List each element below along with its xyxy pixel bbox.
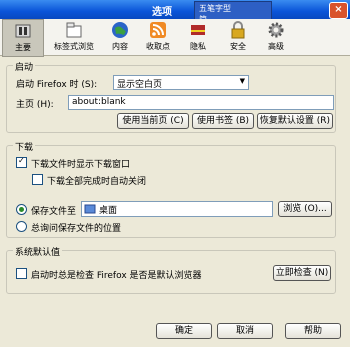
ime-mode-label: 五笔字型 (199, 4, 231, 13)
ok-button[interactable]: 确定 (156, 323, 212, 339)
close-button[interactable]: × (329, 2, 348, 19)
save-to-label: 保存文件至 (31, 207, 77, 217)
check-now-button[interactable]: 立即检查 (N) (273, 265, 331, 281)
always-ask-label: 总询问保存文件的位置 (31, 224, 122, 234)
home-page-value: about:blank (72, 97, 126, 107)
downloads-legend: 下载 (13, 140, 36, 153)
tab-tabbed-browsing[interactable]: 标签式浏览 (48, 19, 100, 55)
check-default-browser-label: 启动时总是检查 Firefox 是否是默认浏览器 (31, 271, 202, 281)
lock-icon (231, 21, 245, 39)
system-defaults-group: 系统默认值 启动时总是检查 Firefox 是否是默认浏览器 立即检查 (N) (6, 245, 336, 294)
show-download-window-label: 下载文件时显示下载窗口 (31, 160, 131, 170)
browse-button[interactable]: 浏览 (O)... (278, 201, 332, 217)
download-folder-value: 桌面 (99, 206, 118, 216)
main-switch-icon (15, 24, 31, 38)
downloads-group: 下载 ✓ 下载文件时显示下载窗口 下载全部完成时自动关闭 保存文件至 桌面 浏览… (6, 140, 336, 238)
restore-default-button[interactable]: 恢复默认设置 (R) (257, 113, 333, 129)
cancel-button[interactable]: 取消 (217, 323, 273, 339)
tab-main[interactable]: 主要 (2, 19, 44, 57)
chevron-down-icon: ▼ (239, 77, 245, 85)
tabs-icon (66, 22, 82, 38)
gear-icon (268, 22, 284, 38)
save-to-radio[interactable] (16, 204, 27, 215)
tab-content[interactable]: 内容 (104, 19, 136, 55)
always-ask-radio[interactable] (16, 221, 27, 232)
window-title: 选项 (152, 7, 172, 18)
startup-select-value: 显示空白页 (117, 80, 163, 90)
tab-advanced[interactable]: 高级 (260, 19, 292, 55)
check-mark-icon: ✓ (18, 156, 25, 165)
desktop-folder-icon (84, 204, 96, 214)
tab-privacy[interactable]: 隐私 (182, 19, 214, 55)
startup-when-label: 启动 Firefox 时 (S): (16, 80, 98, 90)
startup-group: 启动 启动 Firefox 时 (S): 显示空白页 ▼ 主页 (H): abo… (6, 60, 336, 133)
title-bar: 选项 × (0, 0, 350, 19)
help-button[interactable]: 帮助 (285, 323, 341, 339)
download-folder-field[interactable]: 桌面 (81, 201, 273, 217)
globe-icon (112, 22, 128, 38)
check-default-browser-checkbox[interactable] (16, 268, 27, 279)
system-defaults-legend: 系统默认值 (13, 245, 63, 258)
feed-icon (150, 22, 166, 38)
use-bookmark-button[interactable]: 使用书签 (B) (192, 113, 254, 129)
privacy-icon (191, 25, 205, 35)
use-current-page-button[interactable]: 使用当前页 (C) (117, 113, 189, 129)
home-page-input[interactable]: about:blank (68, 95, 334, 110)
close-when-done-checkbox[interactable] (32, 174, 43, 185)
category-toolbar: 主要 标签式浏览 内容 收取点 隐私 安全 高级 (0, 19, 350, 57)
close-when-done-label: 下载全部完成时自动关闭 (47, 177, 147, 187)
home-page-label: 主页 (H): (16, 100, 54, 110)
tab-feeds[interactable]: 收取点 (140, 19, 176, 55)
tab-security[interactable]: 安全 (222, 19, 254, 55)
show-download-window-checkbox[interactable]: ✓ (16, 156, 27, 168)
startup-legend: 启动 (13, 60, 36, 73)
startup-select[interactable]: 显示空白页 ▼ (113, 75, 249, 90)
